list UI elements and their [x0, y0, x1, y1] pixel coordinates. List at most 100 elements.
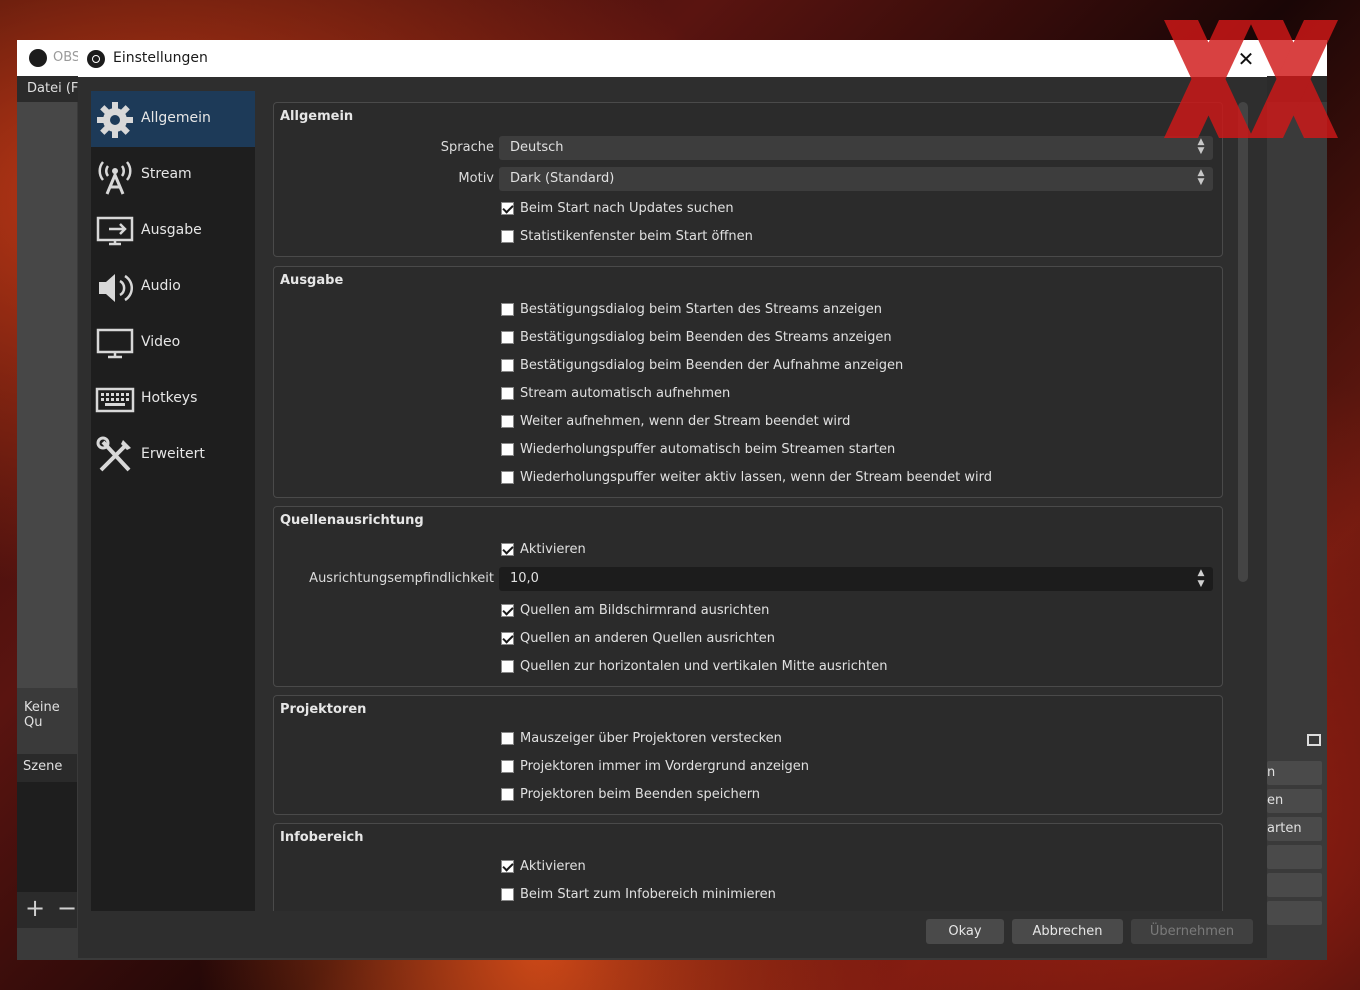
- checkbox[interactable]: [501, 860, 514, 873]
- no-source-label: Keine Qu: [17, 688, 77, 730]
- sprache-select[interactable]: Deutsch ▲ ▼: [499, 136, 1213, 160]
- group-title: Quellenausrichtung: [280, 513, 424, 528]
- check-row[interactable]: Beim Start nach Updates suchen: [274, 197, 1224, 223]
- check-row[interactable]: Bestätigungsdialog beim Starten des Stre…: [274, 298, 1224, 324]
- sidebar-item-audio[interactable]: Audio: [91, 259, 255, 315]
- keyboard-icon: [95, 387, 135, 413]
- content-scrollbar[interactable]: [1235, 100, 1249, 920]
- gear-icon: [97, 102, 133, 138]
- checkbox[interactable]: [501, 760, 514, 773]
- menu-datei[interactable]: Datei (F: [27, 81, 78, 96]
- dialog-title: Einstellungen: [113, 50, 208, 66]
- sensitivity-row: Ausrichtungsempfindlichkeit 10,0 ▲ ▼: [274, 567, 1224, 593]
- check-row[interactable]: Beim Start zum Infobereich minimieren: [274, 883, 1224, 909]
- checkbox[interactable]: [501, 732, 514, 745]
- sidebar-item-erweitert[interactable]: Erweitert: [91, 427, 255, 483]
- checkbox[interactable]: [501, 888, 514, 901]
- sidebar-item-label: Stream: [141, 166, 192, 182]
- check-row[interactable]: Stream automatisch aufnehmen: [274, 382, 1224, 408]
- control-button[interactable]: [1267, 845, 1322, 869]
- preview-area: [17, 102, 77, 688]
- sidebar-item-hotkeys[interactable]: Hotkeys: [91, 371, 255, 427]
- sidebar-item-label: Video: [141, 334, 181, 350]
- control-button[interactable]: [1267, 901, 1322, 925]
- sidebar-item-ausgabe[interactable]: Ausgabe: [91, 203, 255, 259]
- sidebar-item-label: Hotkeys: [141, 390, 198, 406]
- check-row[interactable]: Projektoren beim Beenden speichern: [274, 783, 1224, 809]
- sidebar-item-label: Ausgabe: [141, 222, 202, 238]
- group-title: Allgemein: [280, 109, 354, 124]
- control-button[interactable]: n: [1267, 761, 1322, 785]
- obs-logo-icon: [87, 50, 105, 68]
- sprache-row: Sprache Deutsch ▲ ▼: [274, 136, 1224, 162]
- checkbox[interactable]: [501, 230, 514, 243]
- checkbox[interactable]: [501, 471, 514, 484]
- group-projektoren: Projektoren Mauszeiger über Projektoren …: [273, 695, 1223, 815]
- speaker-icon: [99, 274, 134, 302]
- dialog-titlebar: Einstellungen ✕: [78, 40, 1267, 77]
- okay-button[interactable]: Okay: [926, 919, 1004, 944]
- motiv-row: Motiv Dark (Standard) ▲ ▼: [274, 167, 1224, 193]
- group-quellenausrichtung: Quellenausrichtung Aktivieren Ausrichtun…: [273, 506, 1223, 687]
- output-icon: [96, 216, 134, 246]
- obs-logo-icon: [29, 49, 47, 67]
- check-row[interactable]: Quellen an anderen Quellen ausrichten: [274, 627, 1224, 653]
- group-title: Ausgabe: [280, 273, 344, 288]
- checkbox[interactable]: [501, 387, 514, 400]
- uebernehmen-button[interactable]: Übernehmen: [1131, 919, 1253, 944]
- check-row[interactable]: Mauszeiger über Projektoren verstecken: [274, 727, 1224, 753]
- settings-dialog: Einstellungen ✕ Allgemein Stream Ausgabe…: [78, 40, 1267, 958]
- checkbox[interactable]: [501, 202, 514, 215]
- checkbox[interactable]: [501, 788, 514, 801]
- settings-content: Allgemein Sprache Deutsch ▲ ▼ Motiv Dark …: [268, 91, 1228, 911]
- check-row[interactable]: Bestätigungsdialog beim Beenden des Stre…: [274, 326, 1224, 352]
- motiv-select[interactable]: Dark (Standard) ▲ ▼: [499, 167, 1213, 191]
- sidebar-item-stream[interactable]: Stream: [91, 147, 255, 203]
- scene-list[interactable]: [17, 782, 77, 892]
- motiv-label: Motiv: [458, 171, 494, 186]
- scrollbar-thumb[interactable]: [1238, 102, 1248, 582]
- checkbox[interactable]: [501, 632, 514, 645]
- checkbox[interactable]: [501, 303, 514, 316]
- antenna-icon: [98, 161, 132, 195]
- checkbox[interactable]: [501, 543, 514, 556]
- check-row[interactable]: Bestätigungsdialog beim Beenden der Aufn…: [274, 354, 1224, 380]
- check-row[interactable]: Projektoren immer im Vordergrund anzeige…: [274, 755, 1224, 781]
- control-button[interactable]: en: [1267, 789, 1322, 813]
- check-row[interactable]: Wiederholungspuffer weiter aktiv lassen,…: [274, 466, 1224, 492]
- check-row[interactable]: Aktivieren: [274, 538, 1224, 564]
- checkbox[interactable]: [501, 331, 514, 344]
- add-scene-button[interactable]: +: [25, 894, 45, 922]
- checkbox[interactable]: [501, 415, 514, 428]
- chevron-updown-icon[interactable]: ▲ ▼: [1193, 568, 1209, 590]
- control-button[interactable]: [1267, 873, 1322, 897]
- sidebar-item-video[interactable]: Video: [91, 315, 255, 371]
- sidebar-item-label: Allgemein: [141, 110, 211, 126]
- checkbox[interactable]: [501, 604, 514, 617]
- sensitivity-label: Ausrichtungsempfindlichkeit: [309, 571, 494, 586]
- checkbox[interactable]: [501, 660, 514, 673]
- check-row[interactable]: Weiter aufnehmen, wenn der Stream beende…: [274, 410, 1224, 436]
- check-row[interactable]: Quellen zur horizontalen und vertikalen …: [274, 655, 1224, 681]
- monitor-icon: [96, 328, 134, 359]
- scene-header: Szene: [17, 754, 77, 782]
- control-button[interactable]: arten: [1267, 817, 1322, 841]
- check-row[interactable]: Wiederholungspuffer automatisch beim Str…: [274, 438, 1224, 464]
- group-title: Infobereich: [280, 830, 364, 845]
- check-row[interactable]: Quellen am Bildschirmrand ausrichten: [274, 599, 1224, 625]
- abbrechen-button[interactable]: Abbrechen: [1012, 919, 1123, 944]
- sidebar-item-allgemein[interactable]: Allgemein: [91, 91, 255, 147]
- sensitivity-spinbox[interactable]: 10,0 ▲ ▼: [499, 567, 1213, 591]
- remove-scene-button[interactable]: −: [57, 894, 77, 922]
- checkbox[interactable]: [501, 443, 514, 456]
- check-row[interactable]: Statistikenfenster beim Start öffnen: [274, 225, 1224, 251]
- main-title: OBS: [53, 50, 81, 65]
- group-infobereich: Infobereich Aktivieren Beim Start zum In…: [273, 823, 1223, 911]
- check-row[interactable]: Aktivieren: [274, 855, 1224, 881]
- group-allgemein: Allgemein Sprache Deutsch ▲ ▼ Motiv Dark …: [273, 102, 1223, 257]
- scene-controls: + −: [17, 892, 77, 928]
- undock-icon[interactable]: [1307, 734, 1321, 746]
- controls-pane: n en arten: [1267, 688, 1327, 928]
- group-ausgabe: Ausgabe Bestätigungsdialog beim Starten …: [273, 266, 1223, 498]
- checkbox[interactable]: [501, 359, 514, 372]
